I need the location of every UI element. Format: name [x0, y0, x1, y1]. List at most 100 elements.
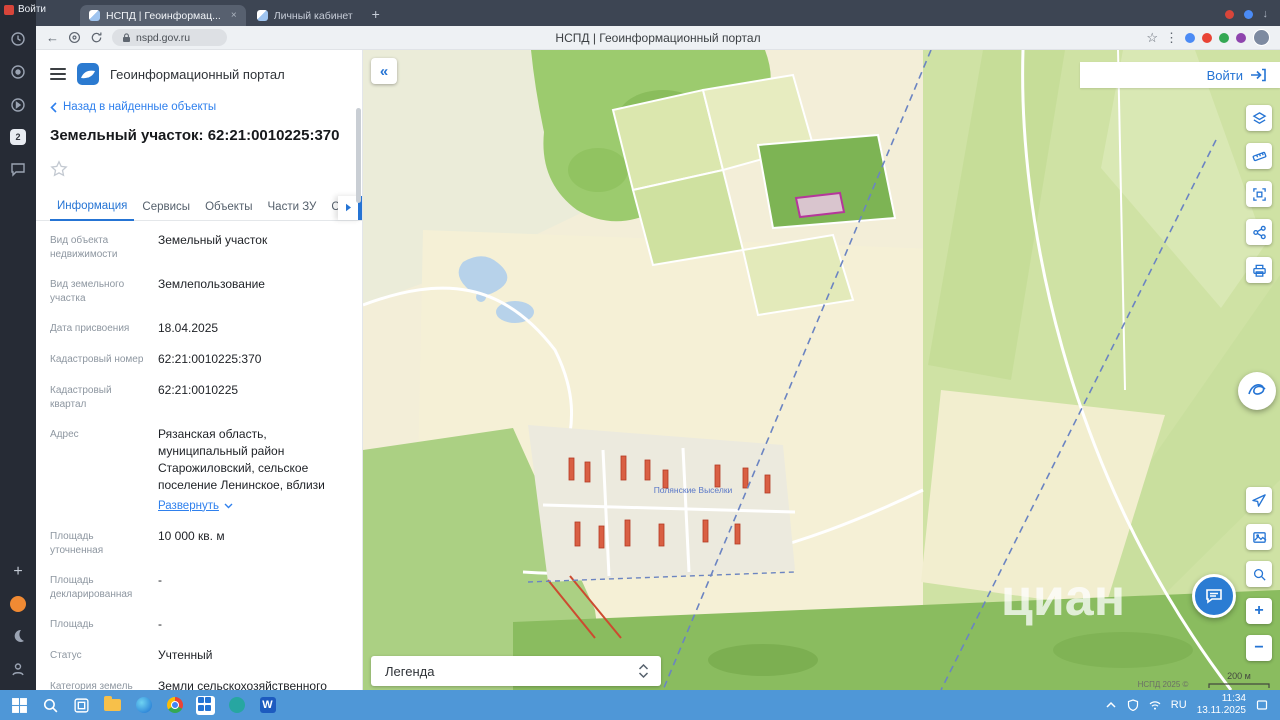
- legend-label: Легенда: [385, 663, 435, 679]
- print-button[interactable]: [1246, 257, 1272, 283]
- profile-avatar[interactable]: [1253, 29, 1270, 46]
- system-tray: RU 11:34 13.11.2025: [1105, 693, 1274, 718]
- wifi-icon[interactable]: [1149, 699, 1161, 711]
- edge-icon[interactable]: [130, 693, 157, 717]
- chat-bubble-icon[interactable]: [9, 160, 27, 178]
- hamburger-menu-icon[interactable]: [50, 68, 66, 80]
- window-login[interactable]: Войти: [4, 4, 46, 15]
- favorite-star-icon[interactable]: [36, 146, 362, 183]
- teal-app-icon[interactable]: [223, 693, 250, 717]
- toolbar-right-icons: ☆ ⋮: [1146, 29, 1270, 46]
- field-row: Кадастровый квартал 62:21:0010225: [50, 375, 348, 419]
- taskbar-search-icon[interactable]: [37, 693, 64, 717]
- field-row: Адрес Рязанская область, муниципальный ра…: [50, 419, 348, 521]
- chat-widget-button[interactable]: [1192, 574, 1236, 618]
- tray-time: 11:34: [1221, 692, 1246, 704]
- play-icon[interactable]: [9, 96, 27, 114]
- tray-date: 13.11.2025: [1196, 705, 1246, 716]
- extensions-icon[interactable]: [68, 31, 81, 44]
- panel-tab-информация[interactable]: Информация: [50, 193, 135, 221]
- field-row: Кадастровый номер 62:21:0010225:370: [50, 344, 348, 375]
- share-button[interactable]: [1246, 219, 1272, 245]
- browser-tab[interactable]: НСПД | Геоинформац... ×: [80, 5, 246, 26]
- chrome-icon[interactable]: [161, 693, 188, 717]
- profile-icon[interactable]: [9, 660, 27, 690]
- zoom-out-button[interactable]: −: [1246, 635, 1272, 661]
- field-label: Площадь декларированная: [50, 575, 133, 601]
- extension-blue-icon[interactable]: [1243, 9, 1253, 19]
- browser-tabs: НСПД | Геоинформац... × Личный кабинет: [36, 0, 362, 26]
- back-icon[interactable]: ←: [46, 31, 59, 44]
- portal-title: Геоинформационный портал: [110, 66, 285, 82]
- grid-app-icon[interactable]: [192, 693, 219, 717]
- tab-close-icon[interactable]: ×: [231, 10, 237, 21]
- start-button[interactable]: [6, 693, 33, 717]
- screen: Войти 2 + НСПД | Геоинформац... × Личный к…: [0, 0, 1280, 720]
- extension-3-icon[interactable]: [1219, 32, 1229, 43]
- search-map-button[interactable]: [1246, 561, 1272, 587]
- map-canvas[interactable]: Полянские Выселки циан НСПД 2025 © 200 м: [363, 50, 1280, 690]
- task-view-icon[interactable]: [68, 693, 95, 717]
- layers-button[interactable]: [1246, 105, 1272, 131]
- locate-button[interactable]: [1246, 487, 1272, 513]
- legend-toggle-icon: [638, 663, 649, 679]
- record-circle-icon[interactable]: [9, 63, 27, 81]
- shield-icon[interactable]: [1127, 699, 1139, 711]
- clock[interactable]: 11:34 13.11.2025: [1197, 693, 1246, 718]
- tab-favicon: [256, 10, 268, 21]
- language-indicator[interactable]: RU: [1171, 699, 1187, 711]
- tab-title: Личный кабинет: [273, 9, 353, 22]
- extension-4-icon[interactable]: [1236, 32, 1246, 43]
- highlighted-parcel[interactable]: [794, 191, 846, 219]
- word-icon[interactable]: W: [254, 693, 281, 717]
- field-label: Вид земельного участка: [50, 278, 125, 304]
- moon-icon[interactable]: [9, 627, 27, 645]
- new-tab-button[interactable]: +: [366, 4, 386, 24]
- add-icon[interactable]: +: [9, 563, 27, 581]
- expand-address-link[interactable]: Развернуть: [158, 498, 233, 514]
- field-value: Учтенный: [158, 648, 213, 663]
- map-attribution: НСПД 2025 ©: [1138, 680, 1189, 689]
- bookmark-star-icon[interactable]: ☆: [1146, 31, 1158, 44]
- field-label: Вид объекта недвижимости: [50, 234, 118, 260]
- field-row: Категория земель Земли сельскохозяйственн…: [50, 671, 348, 690]
- browser-tab[interactable]: Личный кабинет: [248, 5, 362, 26]
- reload-icon[interactable]: [90, 31, 103, 44]
- window-login-label: Войти: [18, 4, 46, 15]
- panel-scrollbar[interactable]: [356, 108, 361, 203]
- panel-tab-части зу[interactable]: Части ЗУ: [261, 194, 324, 220]
- feedback-doodle-button[interactable]: [1238, 372, 1276, 410]
- collapse-panel-button[interactable]: «: [371, 58, 397, 84]
- field-row: Площадь -: [50, 609, 348, 640]
- basemap-button[interactable]: [1246, 524, 1272, 550]
- zoom-in-button[interactable]: +: [1246, 598, 1272, 624]
- kebab-menu-icon[interactable]: ⋮: [1165, 31, 1178, 44]
- legend-bar[interactable]: Легенда: [371, 656, 661, 686]
- map-login-bar[interactable]: Войти: [1080, 62, 1280, 88]
- fields-list: Вид объекта недвижимости Земельный участо…: [36, 221, 362, 691]
- select-area-button[interactable]: [1246, 181, 1272, 207]
- tab-count-badge[interactable]: 2: [10, 129, 26, 145]
- extension-red-icon[interactable]: [1224, 9, 1234, 19]
- panel-tab-сервисы[interactable]: Сервисы: [135, 194, 197, 220]
- back-to-results-link[interactable]: Назад в найденные объекты: [36, 91, 362, 113]
- field-value: Землепользование: [158, 276, 265, 291]
- panel-tabs: ИнформацияСервисыОбъектыЧасти ЗУСоста: [36, 193, 362, 221]
- field-label: Площадь уточненная: [50, 531, 104, 557]
- file-explorer-icon[interactable]: [99, 693, 126, 717]
- field-label: Кадастровый квартал: [50, 384, 112, 410]
- downloads-icon[interactable]: ↓: [1263, 8, 1269, 20]
- history-clock-icon[interactable]: [9, 30, 27, 48]
- tray-expand-icon[interactable]: [1105, 699, 1117, 711]
- map-viewport[interactable]: Полянские Выселки циан НСПД 2025 © 200 м…: [363, 50, 1280, 690]
- orange-app-icon[interactable]: [10, 596, 26, 612]
- extension-2-icon[interactable]: [1202, 32, 1212, 43]
- extension-1-icon[interactable]: [1185, 32, 1195, 43]
- url-text: nspd.gov.ru: [136, 31, 191, 44]
- ruler-button[interactable]: [1246, 143, 1272, 169]
- chevron-down-icon: [224, 503, 233, 509]
- panel-tab-объекты[interactable]: Объекты: [198, 194, 259, 220]
- notification-center-icon[interactable]: [1256, 699, 1268, 711]
- field-value: Рязанская область, муниципальный район С…: [158, 426, 348, 514]
- address-bar[interactable]: nspd.gov.ru: [112, 29, 227, 46]
